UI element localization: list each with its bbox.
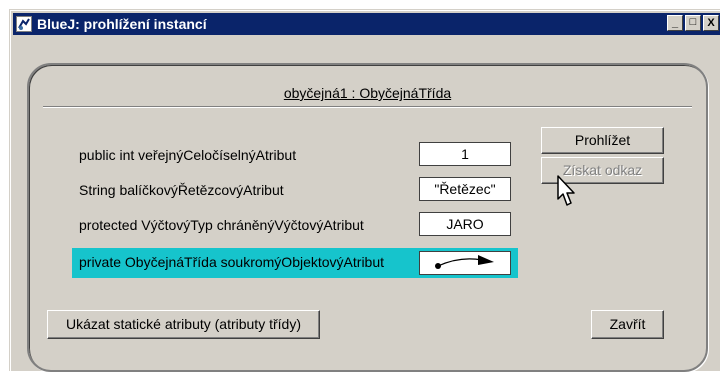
field-value-object-reference[interactable] xyxy=(419,251,511,275)
mouse-cursor-icon xyxy=(557,175,575,206)
field-label[interactable]: public int veřejnýCeločíselnýAtribut xyxy=(79,147,296,163)
field-label[interactable]: private ObyčejnáTřída soukromýObjektovýA… xyxy=(79,254,384,270)
field-value[interactable]: JARO xyxy=(419,212,511,236)
title-separator xyxy=(43,106,692,108)
field-label[interactable]: String balíčkovýŘetězcovýAtribut xyxy=(79,182,284,198)
close-window-button[interactable]: X xyxy=(703,15,719,31)
maximize-button[interactable]: □ xyxy=(685,15,701,31)
field-value[interactable]: 1 xyxy=(419,142,511,166)
object-title: obyčejná1 : ObyčejnáTřída xyxy=(283,85,452,101)
bluej-app-icon xyxy=(16,16,32,32)
close-button[interactable]: Zavřít xyxy=(591,310,664,339)
inspector-window: BlueJ: prohlížení instancí _ □ X obyčejn… xyxy=(9,9,720,372)
title-bar[interactable]: BlueJ: prohlížení instancí _ □ X xyxy=(13,13,720,35)
show-static-attributes-button[interactable]: Ukázat statické atributy (atributy třídy… xyxy=(47,310,320,339)
field-value[interactable]: "Řetězec" xyxy=(419,177,511,201)
inspect-button[interactable]: Prohlížet xyxy=(541,127,664,154)
inspector-panel: obyčejná1 : ObyčejnáTřída public int veř… xyxy=(27,63,708,372)
object-reference-arrow-icon xyxy=(435,255,494,269)
minimize-button[interactable]: _ xyxy=(667,15,683,31)
field-label[interactable]: protected VýčtovýTyp chráněnýVýčtovýAtri… xyxy=(79,217,364,233)
window-title: BlueJ: prohlížení instancí xyxy=(37,16,207,32)
